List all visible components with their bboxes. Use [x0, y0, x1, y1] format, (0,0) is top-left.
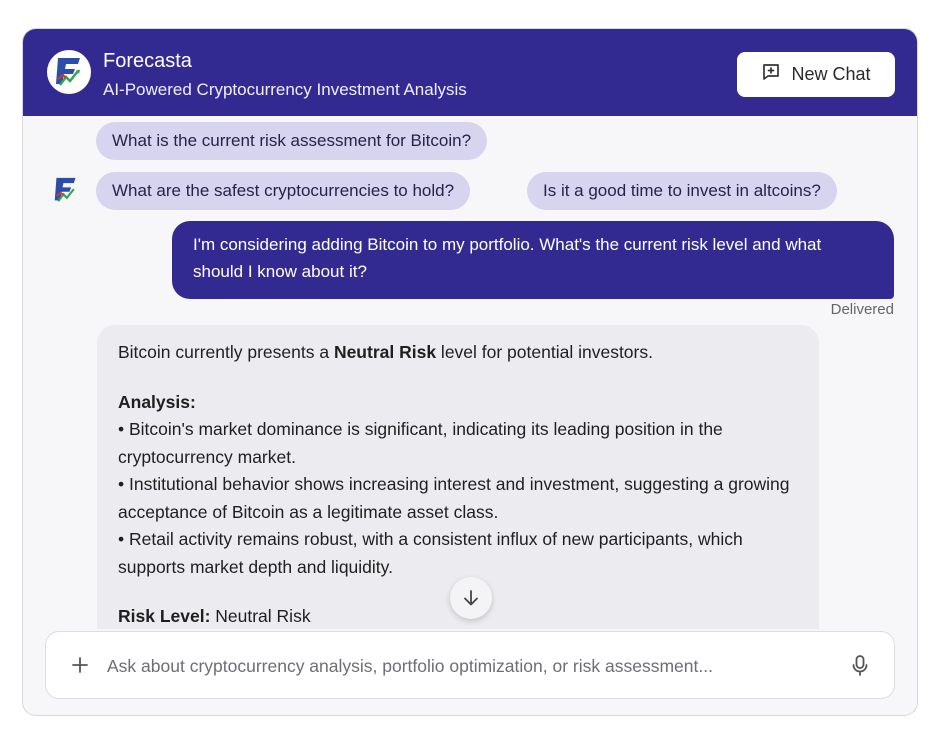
scroll-to-bottom-button[interactable]: [450, 577, 492, 619]
message-status: Delivered: [830, 301, 894, 318]
suggestion-chip[interactable]: Is it a good time to invest in altcoins?: [527, 172, 837, 210]
new-chat-label: New Chat: [791, 64, 871, 84]
chat-area[interactable]: What is the current risk assessment for …: [23, 116, 917, 629]
analysis-bullet: • Bitcoin's market dominance is signific…: [118, 419, 723, 467]
new-chat-icon: [761, 62, 781, 87]
arrow-down-icon: [464, 590, 478, 606]
suggestion-chip[interactable]: What is the current risk assessment for …: [96, 122, 488, 160]
microphone-icon[interactable]: [848, 653, 872, 679]
new-chat-button[interactable]: New Chat: [737, 52, 895, 97]
plus-icon[interactable]: [68, 653, 92, 677]
app-header: Forecasta AI-Powered Cryptocurrency Inve…: [23, 29, 917, 116]
message-composer: [45, 631, 895, 699]
analysis-bullet: • Retail activity remains robust, with a…: [118, 529, 743, 577]
user-message: I'm considering adding Bitcoin to my por…: [172, 221, 894, 299]
suggestion-chip[interactable]: What are the safest cryptocurrencies to …: [96, 172, 471, 210]
forecasta-logo-icon: [47, 50, 91, 94]
app-name: Forecasta: [103, 50, 192, 72]
chat-input[interactable]: [107, 650, 837, 682]
assistant-intro: Bitcoin currently presents a Neutral Ris…: [118, 342, 653, 362]
assistant-avatar-icon: [53, 175, 79, 205]
analysis-heading: Analysis:: [118, 391, 196, 412]
analysis-bullet: • Institutional behavior shows increasin…: [118, 474, 790, 522]
app-subtitle: AI-Powered Cryptocurrency Investment Ana…: [103, 80, 467, 99]
chat-window: Forecasta AI-Powered Cryptocurrency Inve…: [22, 28, 918, 716]
